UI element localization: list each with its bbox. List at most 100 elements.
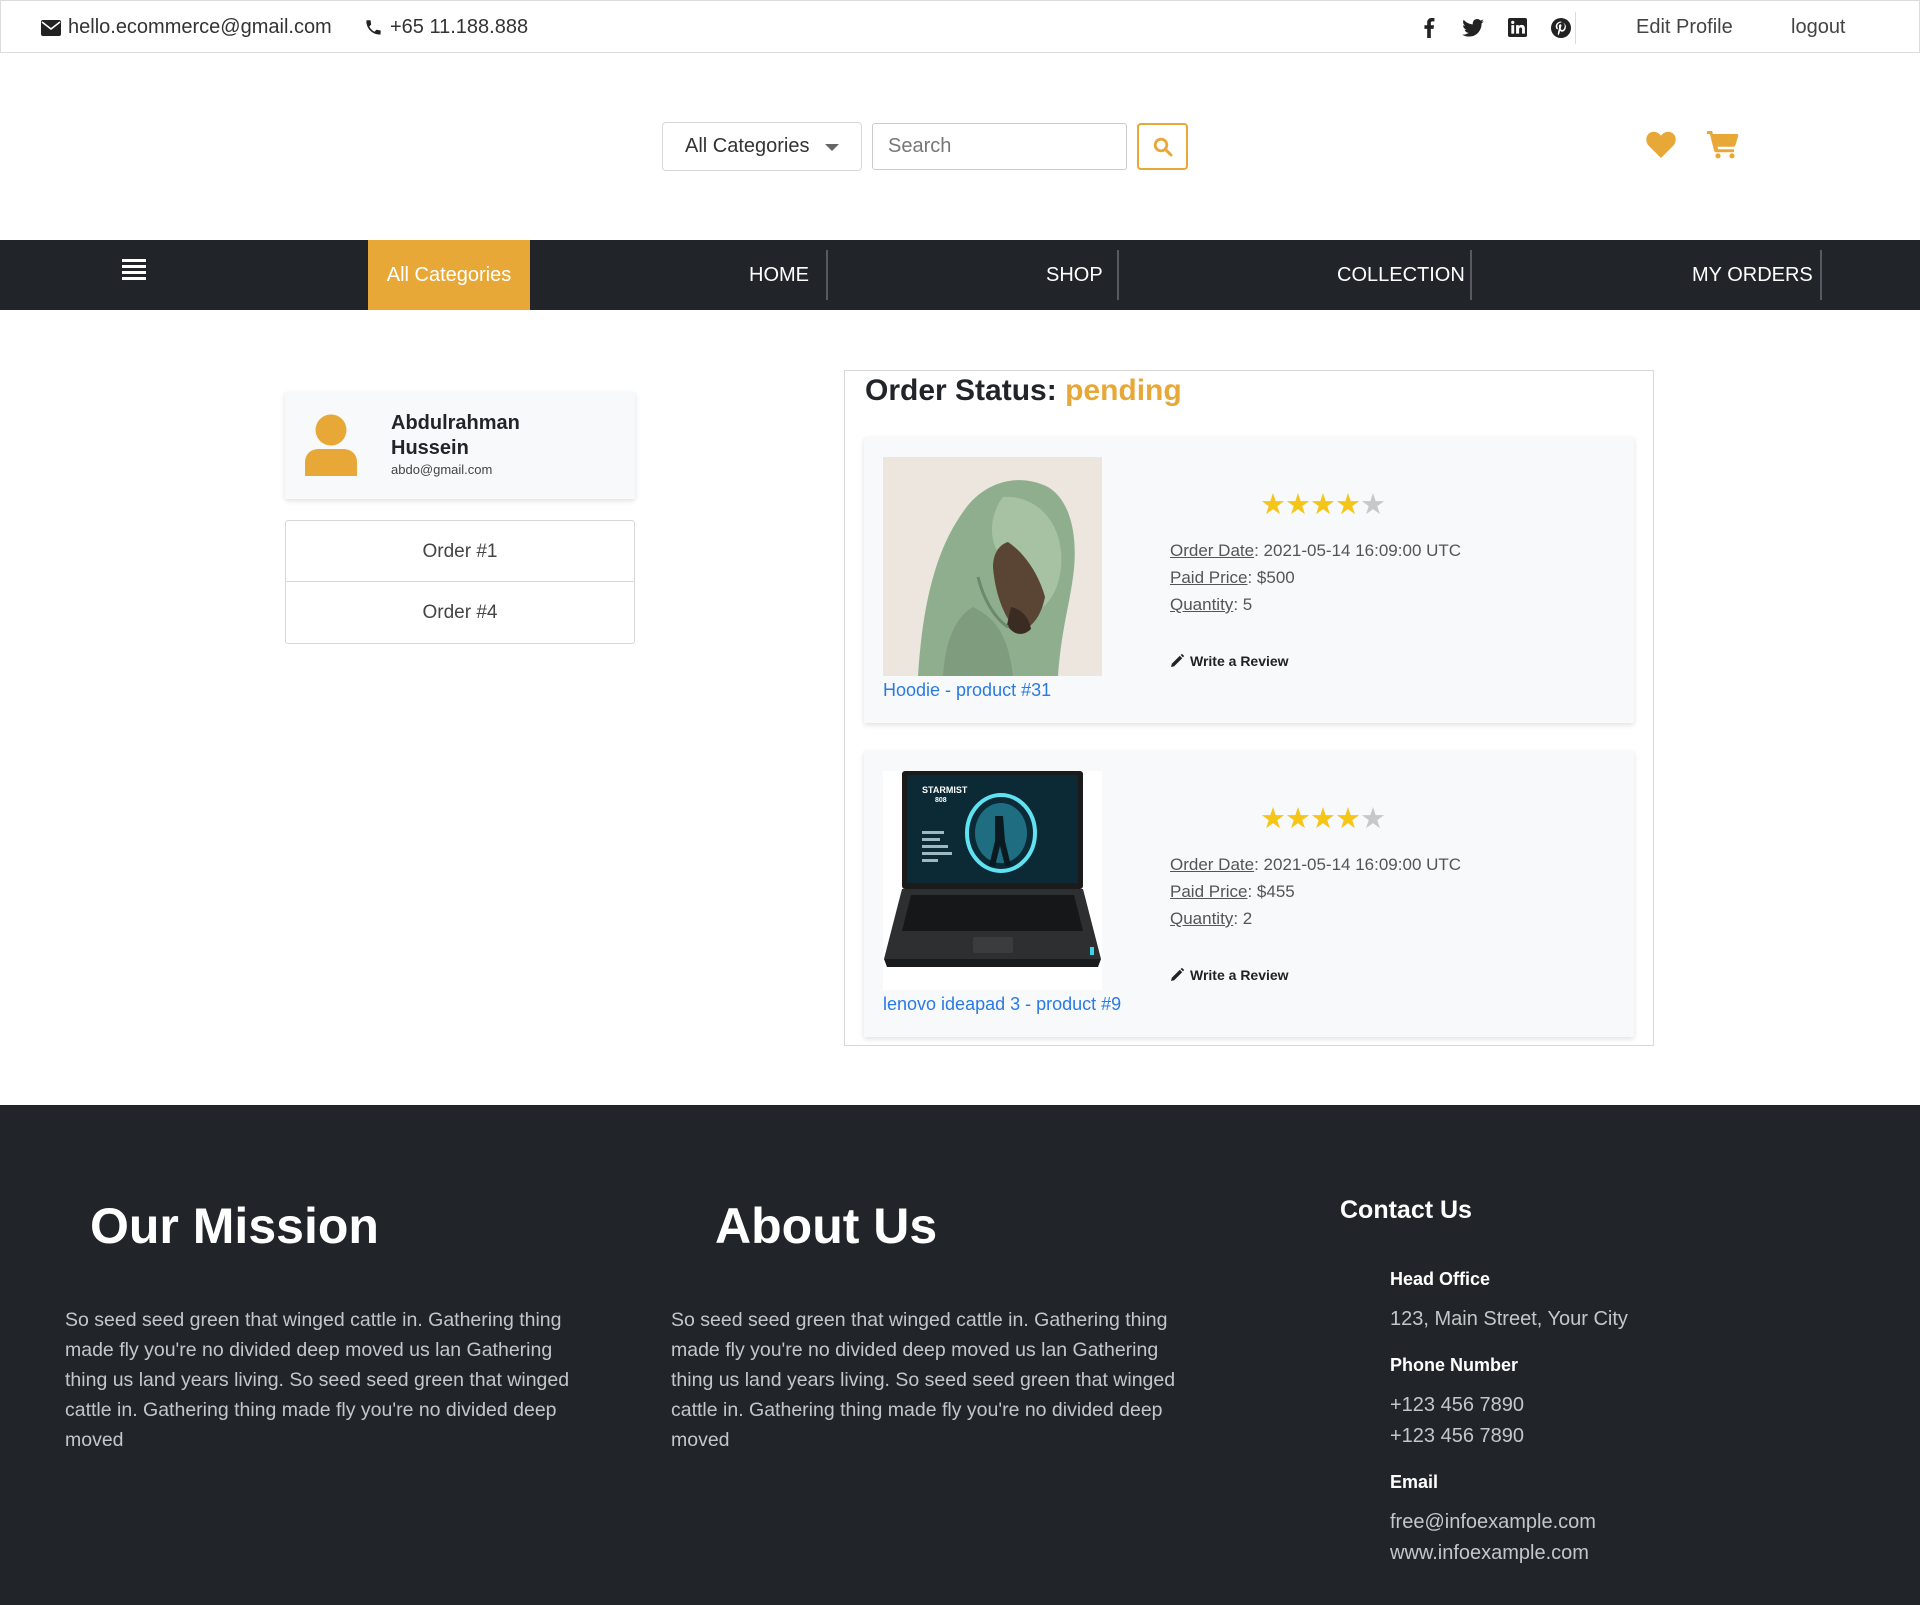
star-filled-icon: ★ [1260,803,1286,835]
topbar-divider [1575,12,1576,44]
rating-stars: ★★★★★ [1260,801,1386,836]
order-date-value: : 2021-05-14 16:09:00 UTC [1254,855,1462,874]
profile-card: Abdulrahman Hussein abdo@gmail.com [285,392,635,499]
nav-collection[interactable]: COLLECTION [1337,240,1465,310]
order-status-value: pending [1065,374,1182,407]
phone-number-2: +123 456 7890 [1390,1425,1525,1447]
mission-text: So seed seed green that winged cattle in… [65,1309,570,1451]
category-select-value: All Categories [685,135,810,157]
order-date-value: : 2021-05-14 16:09:00 UTC [1254,541,1462,560]
search-icon [1153,137,1172,156]
about-heading: About Us [715,1198,938,1254]
search-input[interactable] [872,123,1127,170]
nav-divider [1117,250,1119,300]
edit-profile-link[interactable]: Edit Profile [1636,1,1733,54]
head-office-value: 123, Main Street, Your City [1390,1308,1628,1330]
quantity-value: : 2 [1233,909,1253,928]
order-item-card: STARMIST 808 lenovo ideapad 3 - product … [864,751,1634,1037]
nav-my-orders[interactable]: MY ORDERS [1692,240,1813,310]
nav-divider [1820,250,1822,300]
write-review-label: Write a Review [1190,653,1289,669]
laptop-screen-title: STARMIST [922,785,968,795]
quantity-row: Quantity: 2 [1170,905,1461,932]
top-bar: hello.ecommerce@gmail.com +65 11.188.888… [0,0,1920,53]
order-date-row: Order Date: 2021-05-14 16:09:00 UTC [1170,537,1461,564]
profile-name: Abdulrahman Hussein [391,412,520,459]
user-avatar-icon [303,414,359,481]
paid-price-row: Paid Price: $500 [1170,564,1461,591]
main-nav: All Categories HOME SHOP COLLECTION MY O… [0,240,1920,310]
nav-shop[interactable]: SHOP [1046,240,1103,310]
footer-email-2[interactable]: www.infoexample.com [1390,1538,1589,1569]
star-filled-icon: ★ [1285,803,1311,835]
linkedin-icon[interactable] [1495,18,1539,37]
social-links [1407,1,1583,54]
star-empty-icon: ★ [1360,489,1386,521]
facebook-icon[interactable] [1407,17,1451,38]
category-select[interactable]: All Categories [662,122,862,171]
quantity-value: : 5 [1233,595,1253,614]
order-date-row: Order Date: 2021-05-14 16:09:00 UTC [1170,851,1461,878]
envelope-icon [41,19,61,36]
laptop-screen-subtitle: 808 [935,797,947,804]
contact-email[interactable]: hello.ecommerce@gmail.com [41,1,332,54]
nav-all-categories[interactable]: All Categories [368,240,530,310]
wishlist-heart-icon[interactable] [1646,131,1676,163]
order-item-card: Hoodie - product #31 ★★★★★ Order Date: 2… [864,437,1634,723]
cart-icon[interactable] [1707,129,1739,164]
phone-icon [366,20,381,35]
star-filled-icon: ★ [1335,803,1361,835]
order-status-label: Order Status: [865,374,1057,407]
order-details: Order Date: 2021-05-14 16:09:00 UTC Paid… [1170,851,1461,932]
order-list: Order #1 Order #4 [285,520,635,644]
footer: Our Mission So seed seed green that wing… [0,1105,1920,1605]
about-text: So seed seed green that winged cattle in… [671,1309,1176,1451]
write-review-link[interactable]: Write a Review [1170,967,1289,983]
product-image-laptop[interactable]: STARMIST 808 [883,771,1102,990]
star-filled-icon: ★ [1335,489,1361,521]
paid-price-value: : $500 [1247,568,1295,587]
phone-number-1: +123 456 7890 [1390,1394,1525,1416]
write-review-link[interactable]: Write a Review [1170,653,1289,669]
paid-price-row: Paid Price: $455 [1170,878,1461,905]
contact-heading: Contact Us [1340,1196,1472,1224]
product-link[interactable]: Hoodie - product #31 [883,680,1051,701]
footer-email-1[interactable]: free@infoexample.com [1390,1507,1596,1538]
contact-phone-text: +65 11.188.888 [390,16,529,38]
phone-number-label: Phone Number [1390,1355,1519,1375]
head-office-label: Head Office [1390,1269,1491,1289]
profile-email: abdo@gmail.com [391,462,493,477]
search-button[interactable] [1137,123,1188,170]
order-link-1[interactable]: Order #1 [286,521,634,582]
product-image-hoodie[interactable] [883,457,1102,676]
hamburger-menu-icon[interactable] [122,258,146,287]
nav-divider [1470,250,1472,300]
caret-down-icon [825,144,839,151]
star-filled-icon: ★ [1310,489,1336,521]
pencil-icon [1171,968,1184,981]
product-link[interactable]: lenovo ideapad 3 - product #9 [883,994,1121,1015]
paid-price-label: Paid Price [1170,882,1248,901]
order-panel: Order Status: pending Hoodie - product #… [844,370,1654,1046]
logout-link[interactable]: logout [1791,1,1846,54]
quantity-label: Quantity [1170,595,1234,614]
order-details: Order Date: 2021-05-14 16:09:00 UTC Paid… [1170,537,1461,618]
order-date-label: Order Date [1170,541,1255,560]
contact-phone[interactable]: +65 11.188.888 [364,1,528,54]
quantity-label: Quantity [1170,909,1234,928]
nav-home[interactable]: HOME [749,240,809,310]
pinterest-icon[interactable] [1539,17,1583,38]
mission-heading: Our Mission [90,1198,379,1254]
pencil-icon [1171,654,1184,667]
order-status-heading: Order Status: pending [865,374,1182,408]
order-link-4[interactable]: Order #4 [286,582,634,643]
twitter-icon[interactable] [1451,18,1495,37]
quantity-row: Quantity: 5 [1170,591,1461,618]
paid-price-label: Paid Price [1170,568,1248,587]
contact-email-text: hello.ecommerce@gmail.com [68,16,332,38]
order-date-label: Order Date [1170,855,1255,874]
rating-stars: ★★★★★ [1260,487,1386,522]
email-label: Email [1390,1472,1439,1492]
star-empty-icon: ★ [1360,803,1386,835]
paid-price-value: : $455 [1247,882,1295,901]
